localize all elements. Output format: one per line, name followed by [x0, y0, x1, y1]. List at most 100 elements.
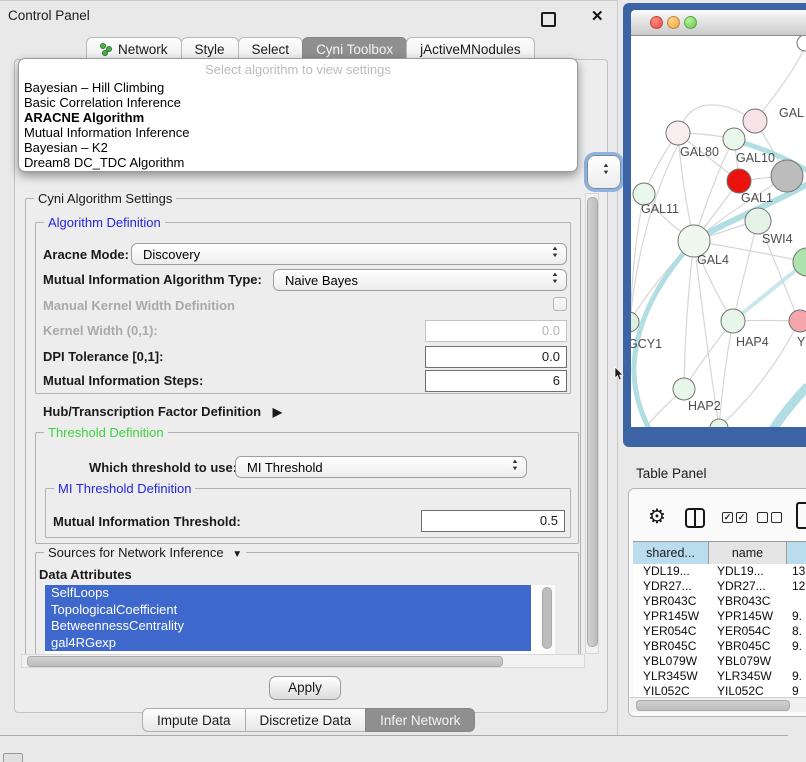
network-canvas[interactable]: GAL GAL80 GAL10 GAL1 GAL11 SWI4 GAL4 GCY… — [631, 36, 806, 427]
gear-icon[interactable]: ⚙ — [648, 504, 666, 529]
which-threshold-select[interactable]: MI Threshold ▲ ▼ — [235, 456, 527, 478]
mi-steps-field[interactable]: 6 — [425, 370, 567, 392]
popup-item[interactable]: Bayesian – K2 — [24, 140, 572, 155]
network-tab-icon — [100, 43, 113, 55]
node-label: GAL80 — [680, 145, 719, 159]
node[interactable] — [710, 419, 728, 427]
close-window-icon[interactable] — [650, 16, 663, 29]
node-label: Y — [797, 335, 806, 349]
tab-select[interactable]: Select — [238, 37, 304, 60]
tab-label: jActiveMNodules — [420, 42, 521, 57]
node-hap4[interactable] — [721, 309, 745, 333]
table-row[interactable]: YDR27... YDR27... 12 — [633, 579, 806, 594]
column-header[interactable] — [787, 542, 806, 564]
node-gal10[interactable] — [723, 128, 745, 150]
tab-label: Network — [118, 42, 168, 57]
node[interactable] — [797, 36, 806, 51]
algorithm-combo-arrow-button[interactable]: ▲ ▼ — [587, 155, 621, 189]
tab-style[interactable]: Style — [181, 37, 239, 60]
popup-item[interactable]: Bayesian – Hill Climbing — [24, 80, 572, 95]
node-swi4[interactable] — [745, 208, 771, 234]
tab-infer-network[interactable]: Infer Network — [365, 708, 475, 732]
kernel-width-field[interactable]: 0.0 — [425, 320, 567, 342]
table-header: shared... name — [633, 541, 806, 565]
mouse-cursor — [614, 367, 626, 381]
table-panel-title: Table Panel — [636, 466, 707, 481]
selected-value: Naive Bayes — [285, 273, 358, 288]
node-label: GAL4 — [697, 253, 729, 267]
network-window-titlebar[interactable] — [631, 10, 806, 36]
minimize-window-icon[interactable] — [667, 16, 680, 29]
mi-threshold-label: Mutual Information Threshold: — [53, 514, 241, 529]
column-header-shared-name[interactable]: shared... — [633, 542, 709, 564]
columns-icon[interactable] — [685, 508, 705, 528]
cyni-bottom-tabs: Impute Data Discretize Data Infer Networ… — [142, 708, 474, 732]
table-row[interactable]: YER054C YER054C 8. — [633, 624, 806, 639]
combo-arrows-icon: ▲ ▼ — [551, 272, 559, 286]
dpi-tolerance-field[interactable]: 0.0 — [425, 346, 567, 368]
mi-type-select[interactable]: Naive Bayes ▲ ▼ — [273, 269, 567, 291]
export-table-icon[interactable] — [796, 502, 806, 529]
collapsed-panel-icon[interactable] — [3, 753, 23, 762]
group-title: Threshold Definition — [44, 425, 168, 440]
popup-item[interactable]: Dream8 DC_TDC Algorithm — [24, 155, 572, 170]
zoom-window-icon[interactable] — [684, 16, 697, 29]
deselect-all-columns-icon[interactable] — [757, 512, 782, 523]
column-header-name[interactable]: name — [709, 542, 787, 564]
algorithm-popup: Select algorithm to view settings Bayesi… — [18, 58, 578, 172]
close-panel-icon[interactable]: ✕ — [591, 7, 604, 25]
node[interactable] — [771, 160, 803, 192]
list-vertical-scrollbar[interactable] — [540, 585, 555, 654]
table-row[interactable]: YLR345W YLR345W 9. — [633, 669, 806, 684]
node-label: GAL — [779, 106, 804, 120]
hub-section-toggle[interactable]: Hub/Transcription Factor Definition ▶ — [43, 404, 282, 419]
node-gal80[interactable] — [666, 121, 690, 145]
table-row[interactable]: YBR045C YBR045C 9. — [633, 639, 806, 654]
tab-impute-data[interactable]: Impute Data — [142, 708, 246, 732]
popup-prompt: Select algorithm to view settings — [19, 62, 577, 77]
table-row[interactable]: YDL19... YDL19... 13 — [633, 564, 806, 579]
node-label: GAL11 — [641, 202, 679, 216]
table-horizontal-scrollbar[interactable] — [630, 697, 806, 712]
tab-label: Cyni Toolbox — [316, 42, 393, 57]
group-title: MI Threshold Definition — [54, 481, 195, 496]
settings-vertical-scrollbar[interactable] — [585, 193, 599, 654]
tab-cyni-toolbox[interactable]: Cyni Toolbox — [302, 37, 407, 60]
mi-threshold-field[interactable]: 0.5 — [421, 510, 565, 532]
node-gcy1[interactable] — [631, 312, 639, 332]
node[interactable] — [789, 310, 806, 332]
mi-steps-label: Mutual Information Steps: — [43, 373, 203, 388]
network-graph: GAL GAL80 GAL10 GAL1 GAL11 SWI4 GAL4 GCY… — [631, 36, 806, 427]
table-row[interactable]: YPR145W YPR145W 9. — [633, 609, 806, 624]
tab-jactivemnodules[interactable]: jActiveMNodules — [406, 37, 535, 60]
popup-item[interactable]: Basic Correlation Inference — [24, 95, 572, 110]
node-label: HAP2 — [688, 399, 721, 413]
table-row[interactable]: YBL079W YBL079W — [633, 654, 806, 669]
apply-button[interactable]: Apply — [269, 676, 341, 700]
settings-scroll-area: Cyni Algorithm Settings Algorithm Defini… — [19, 192, 585, 654]
node-hap2[interactable] — [673, 378, 695, 400]
list-item[interactable]: TopologicalCoefficient — [45, 602, 531, 619]
manual-kernel-checkbox[interactable] — [553, 297, 567, 311]
tab-label: Select — [252, 42, 290, 57]
float-panel-icon[interactable] — [541, 12, 556, 27]
tab-discretize-data[interactable]: Discretize Data — [245, 708, 367, 732]
popup-item[interactable]: Mutual Information Inference — [24, 125, 572, 140]
data-attributes-list[interactable]: SelfLoops TopologicalCoefficient Between… — [45, 585, 555, 654]
list-item[interactable]: BetweennessCentrality — [45, 618, 531, 635]
node[interactable] — [743, 109, 767, 133]
tab-network[interactable]: Network — [86, 37, 182, 60]
which-threshold-label: Which threshold to use: — [89, 460, 237, 475]
settings-horizontal-scrollbar[interactable] — [21, 654, 585, 668]
selected-value: MI Threshold — [247, 460, 323, 475]
aracne-mode-select[interactable]: Discovery ▲ ▼ — [131, 243, 567, 265]
popup-item-selected[interactable]: ARACNE Algorithm — [24, 110, 572, 125]
node-gal1[interactable] — [727, 169, 751, 193]
list-item[interactable]: gal4RGexp — [45, 635, 531, 652]
select-all-columns-icon[interactable]: ✓ ✓ — [722, 512, 747, 523]
list-item[interactable]: SelfLoops — [45, 585, 531, 602]
table-body: YDL19... YDL19... 13 YDR27... YDR27... 1… — [633, 564, 806, 699]
table-row[interactable]: YBR043C YBR043C — [633, 594, 806, 609]
sources-group-toggle[interactable]: Sources for Network Inference ▼ — [44, 545, 246, 562]
combo-arrows-icon: ▲ ▼ — [551, 246, 559, 260]
